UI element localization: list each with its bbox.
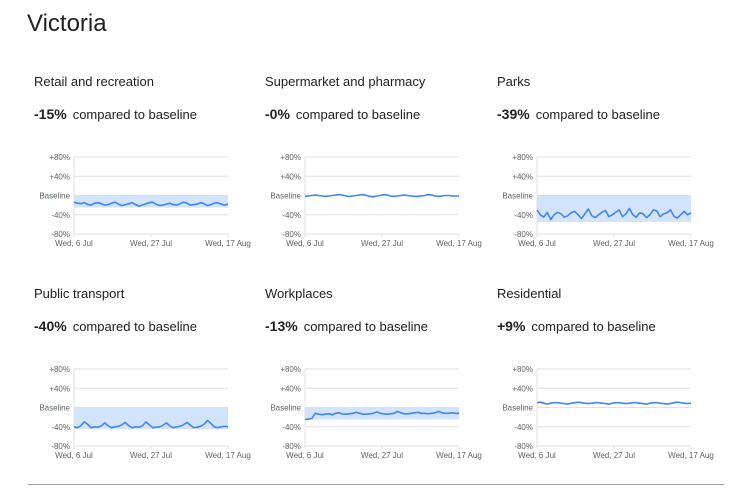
change-value: -40%: [34, 318, 67, 334]
y-tick-label: +80%: [280, 365, 301, 374]
chart-title: Residential: [497, 286, 562, 301]
chart-card-residential: Residential +9% compared to baseline +80%…: [491, 222, 715, 460]
y-tick-label: +80%: [512, 153, 533, 162]
y-tick-label: +40%: [512, 384, 533, 393]
y-tick-label: -80%: [51, 442, 70, 451]
chart-summary: -39% compared to baseline: [497, 106, 660, 122]
chart-summary: -40% compared to baseline: [34, 318, 197, 334]
compared-label: compared to baseline: [303, 319, 428, 334]
line-chart: +80% +40% Baseline -40% -80%Wed, 6 Jul Wed, 2…: [502, 365, 714, 460]
chart-card-workplaces: Workplaces -13% compared to baseline +80%…: [259, 222, 483, 460]
change-value: -13%: [265, 318, 298, 334]
compared-label: compared to baseline: [295, 107, 421, 122]
y-tick-label: -40%: [51, 211, 70, 220]
chart-title: Parks: [497, 74, 531, 89]
compared-label: compared to baseline: [531, 319, 656, 334]
chart-card-public-transport: Public transport -40% compared to baselin…: [28, 222, 252, 460]
y-tick-label: +80%: [280, 153, 301, 162]
x-tick-label: Wed, 17 Aug: [205, 451, 251, 460]
x-tick-label: Wed, 17 Aug: [436, 451, 482, 460]
x-tick-label: Wed, 6 Jul: [55, 451, 93, 460]
chart-summary: +9% compared to baseline: [497, 318, 656, 334]
x-tick-label: Wed, 17 Aug: [668, 451, 714, 460]
x-tick-label: Wed, 27 Jul: [593, 451, 635, 460]
y-tick-label: -40%: [514, 423, 533, 432]
y-tick-label: Baseline: [39, 192, 70, 201]
chart-title: Supermarket and pharmacy: [265, 74, 426, 89]
change-value: -39%: [497, 106, 530, 122]
x-tick-label: Wed, 6 Jul: [286, 451, 324, 460]
y-tick-label: Baseline: [502, 192, 533, 201]
baseline-band: [537, 195, 691, 222]
y-tick-label: Baseline: [39, 404, 70, 413]
change-value: +9%: [497, 318, 526, 334]
y-tick-label: -40%: [51, 423, 70, 432]
chart-card-retail: Retail and recreation -15% compared to ba…: [28, 10, 252, 248]
bottom-divider: [28, 484, 724, 485]
y-tick-label: +40%: [280, 384, 301, 393]
y-tick-label: -40%: [282, 423, 301, 432]
series-line: [536, 401, 692, 405]
chart-card-parks: Parks -39% compared to baseline +80% +40% B…: [491, 10, 715, 248]
chart-title: Public transport: [34, 286, 125, 301]
y-tick-label: +40%: [512, 172, 533, 181]
y-tick-label: +40%: [49, 172, 70, 181]
compared-label: compared to baseline: [72, 319, 197, 334]
x-tick-label: Wed, 27 Jul: [361, 451, 403, 460]
chart-title: Retail and recreation: [34, 74, 154, 89]
y-tick-label: Baseline: [270, 404, 301, 413]
baseline-band: [74, 195, 228, 208]
change-value: -15%: [34, 106, 67, 122]
change-value: -0%: [265, 106, 290, 122]
compared-label: compared to baseline: [535, 107, 660, 122]
y-tick-label: +80%: [512, 365, 533, 374]
y-tick-label: Baseline: [270, 192, 301, 201]
y-tick-label: -40%: [282, 211, 301, 220]
y-tick-label: -80%: [282, 442, 301, 451]
compared-label: compared to baseline: [72, 107, 197, 122]
chart-summary: -0% compared to baseline: [265, 106, 420, 122]
y-tick-label: +80%: [49, 365, 70, 374]
y-tick-label: +40%: [280, 172, 301, 181]
chart-card-supermarket: Supermarket and pharmacy -0% compared to …: [259, 10, 483, 248]
y-tick-label: +80%: [49, 153, 70, 162]
series-line: [304, 193, 459, 198]
x-tick-label: Wed, 27 Jul: [130, 451, 172, 460]
y-tick-label: +40%: [49, 384, 70, 393]
line-chart: +80% +40% Baseline -40% -80%Wed, 6 Jul Wed, 2…: [39, 365, 251, 460]
chart-title: Workplaces: [265, 286, 333, 301]
y-tick-label: -40%: [514, 211, 533, 220]
chart-summary: -13% compared to baseline: [265, 318, 428, 334]
x-tick-label: Wed, 6 Jul: [518, 451, 556, 460]
y-tick-label: -80%: [514, 442, 533, 451]
y-tick-label: Baseline: [502, 404, 533, 413]
chart-summary: -15% compared to baseline: [34, 106, 197, 122]
line-chart: +80% +40% Baseline -40% -80%Wed, 6 Jul Wed, 2…: [270, 365, 482, 460]
